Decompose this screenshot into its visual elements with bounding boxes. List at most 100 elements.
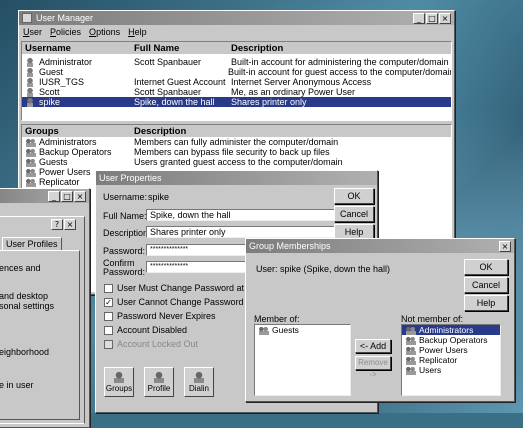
system-properties-titlebar[interactable]: _ □ × <box>0 189 89 203</box>
username: Guest <box>39 67 64 77</box>
confirm-password-field[interactable]: ************** <box>146 261 246 273</box>
user-properties-titlebar[interactable]: User Properties <box>96 171 377 185</box>
description: Me, as an ordinary Power User <box>231 87 356 97</box>
group-name: Administrators <box>419 325 474 335</box>
ok-button[interactable]: OK <box>334 188 374 204</box>
minimize-icon[interactable]: _ <box>48 190 60 202</box>
group-name: Administrators <box>39 137 97 147</box>
group-name: Users <box>419 365 442 375</box>
group-name: Guests <box>272 325 299 335</box>
password-label: Password: <box>103 246 146 256</box>
group-description: Members can fully administer the compute… <box>134 137 339 147</box>
add-button[interactable]: <- Add <box>355 339 391 353</box>
group-row-guests[interactable]: Guests Users granted guest access to the… <box>22 157 451 167</box>
group-memberships-titlebar[interactable]: Group Memberships × <box>246 239 514 253</box>
full-name: Spike, down the hall <box>134 97 215 107</box>
not-member-of-item-administrators[interactable]: Administrators <box>402 325 500 335</box>
checkbox-box[interactable] <box>104 283 113 293</box>
group-description: Users granted guest access to the comput… <box>134 157 343 167</box>
checkbox-label: Password Never Expires <box>117 311 216 321</box>
groups-button[interactable]: Groups <box>104 367 134 397</box>
checkbox-box[interactable] <box>104 325 113 335</box>
full-name: Internet Guest Account <box>134 77 226 87</box>
checkbox-label: Account Disabled <box>117 325 188 335</box>
group-row-backup-operators[interactable]: Backup Operators Members can bypass file… <box>22 147 451 157</box>
group-row-administrators[interactable]: Administrators Members can fully adminis… <box>22 137 451 147</box>
menu-user[interactable]: User <box>23 27 42 37</box>
user-manager-titlebar[interactable]: User Manager _ □ × <box>19 11 454 25</box>
tab-user-profiles[interactable]: User Profiles <box>2 237 62 250</box>
not-member-of-list[interactable]: Administrators Backup Operators Power Us… <box>401 324 501 396</box>
user-value: spike (Spike, down the hall) <box>280 264 391 274</box>
gm-cancel-button[interactable]: Cancel <box>464 277 508 293</box>
member-of-item-guests[interactable]: Guests <box>255 325 350 335</box>
member-of-list[interactable]: Guests <box>254 324 351 396</box>
system-properties-window: _ □ × ? × User Profiles ences and and de… <box>0 188 90 428</box>
group-icon <box>25 137 36 147</box>
user-icon <box>26 87 34 97</box>
username-label: Username: <box>103 192 148 202</box>
cancel-button[interactable]: Cancel <box>334 206 374 222</box>
profile-text-5: e in user <box>0 380 34 390</box>
column-group-description[interactable]: Description <box>134 126 186 137</box>
column-description[interactable]: Description <box>231 43 283 54</box>
user-manager-app-icon <box>22 13 32 23</box>
gm-help-button[interactable]: Help <box>464 295 508 311</box>
minimize-icon[interactable]: _ <box>413 12 425 24</box>
not-member-of-item-users[interactable]: Users <box>402 365 500 375</box>
not-member-of-item-replicator[interactable]: Replicator <box>402 355 500 365</box>
user-row-spike[interactable]: spike Spike, down the hall Shares printe… <box>22 97 451 107</box>
system-properties-inner: ? × User Profiles ences and and desktop … <box>0 216 85 424</box>
user-row-iusr-tgs[interactable]: IUSR_TGS Internet Guest Account Internet… <box>22 77 451 87</box>
full-name-label: Full Name: <box>103 211 147 221</box>
maximize-icon[interactable]: □ <box>426 12 438 24</box>
username: Scott <box>39 87 60 97</box>
user-row-guest[interactable]: Guest Built-in account for guest access … <box>22 67 451 77</box>
close-icon[interactable]: × <box>74 190 86 202</box>
checkbox-box-checked[interactable]: ✓ <box>104 297 113 307</box>
username: spike <box>39 97 61 107</box>
description-label: Description: <box>103 228 151 238</box>
users-header: Username Full Name Description <box>22 42 451 54</box>
password-never-expires-checkbox[interactable]: Password Never Expires <box>104 311 216 321</box>
group-name: Power Users <box>419 345 468 355</box>
profile-text-2: and desktop <box>0 291 49 301</box>
group-icon <box>405 325 416 335</box>
column-full-name[interactable]: Full Name <box>134 43 231 54</box>
close-icon[interactable]: × <box>499 240 511 252</box>
close-icon[interactable]: × <box>439 12 451 24</box>
remove-button: Remove -> <box>355 356 391 379</box>
maximize-icon[interactable]: □ <box>61 190 73 202</box>
username: IUSR_TGS <box>39 77 85 87</box>
checkbox-box[interactable] <box>104 311 113 321</box>
account-locked-out-checkbox: Account Locked Out <box>104 339 198 349</box>
account-disabled-checkbox[interactable]: Account Disabled <box>104 325 187 335</box>
profile-icon <box>152 371 166 383</box>
group-name: Replicator <box>419 355 458 365</box>
full-name: Scott Spanbauer <box>134 87 202 97</box>
column-username[interactable]: Username <box>22 43 134 54</box>
description: Internet Server Anonymous Access <box>231 77 372 87</box>
profile-button[interactable]: Profile <box>144 367 174 397</box>
password-field[interactable]: ************** <box>146 244 246 256</box>
user-row-scott[interactable]: Scott Scott Spanbauer Me, as an ordinary… <box>22 87 451 97</box>
menu-help[interactable]: Help <box>128 27 147 37</box>
username: Administrator <box>39 57 93 67</box>
cannot-change-password-checkbox[interactable]: ✓ User Cannot Change Password <box>104 297 244 307</box>
menu-policies[interactable]: Policies <box>50 27 81 37</box>
dialin-button[interactable]: Dialin <box>184 367 214 397</box>
group-icon <box>405 345 416 355</box>
help-icon[interactable]: ? <box>51 219 63 230</box>
user-row-administrator[interactable]: Administrator Scott Spanbauer Built-in a… <box>22 57 451 67</box>
group-icon <box>405 365 416 375</box>
user-icon <box>26 67 34 77</box>
group-icon <box>25 147 36 157</box>
group-icon <box>258 325 269 335</box>
close-icon[interactable]: × <box>64 219 76 230</box>
group-memberships-dialog: Group Memberships × User: spike (Spike, … <box>245 238 515 402</box>
column-groups[interactable]: Groups <box>22 126 134 137</box>
gm-ok-button[interactable]: OK <box>464 259 508 275</box>
not-member-of-item-backup-operators[interactable]: Backup Operators <box>402 335 500 345</box>
menu-options[interactable]: Options <box>89 27 120 37</box>
not-member-of-item-power-users[interactable]: Power Users <box>402 345 500 355</box>
